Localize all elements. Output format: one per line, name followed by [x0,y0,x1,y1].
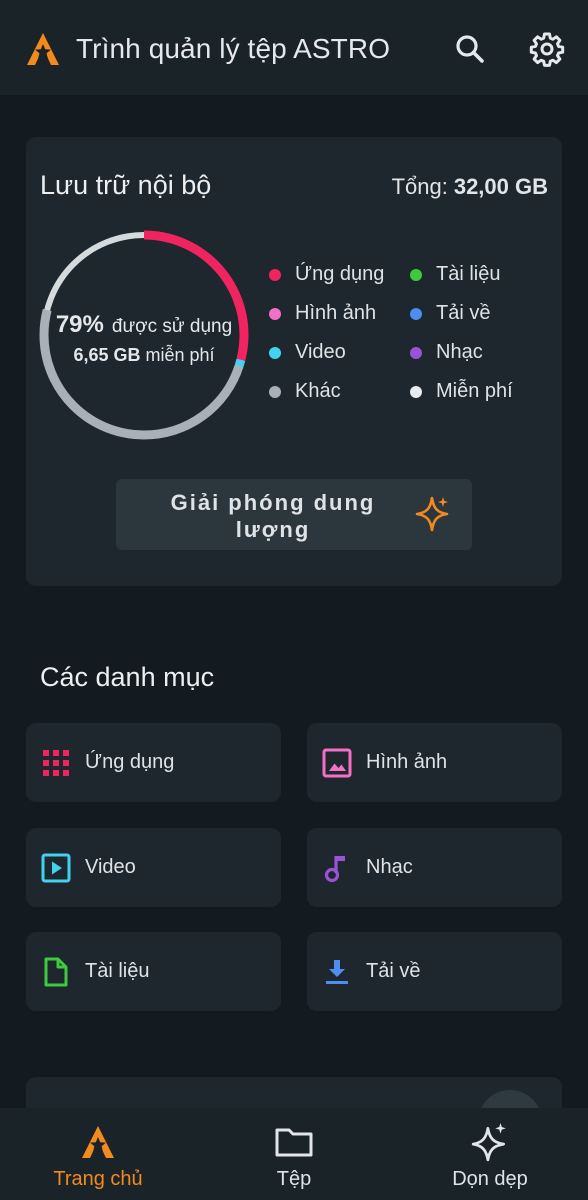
legend-item: Nhạc [410,341,483,364]
sparkle-icon [470,1122,510,1162]
nav-files[interactable]: Tệp [234,1108,354,1200]
nav-cleanup[interactable]: Dọn dẹp [430,1108,550,1200]
free-summary: 6,65 GB miễn phí [38,345,250,366]
category-label: Video [85,856,136,878]
category-downloads[interactable]: Tải về [307,932,562,1011]
total-label: Tổng: [391,174,448,199]
gear-icon [529,32,565,67]
free-text: miễn phí [145,345,215,365]
search-icon [456,35,484,63]
apps-grid-icon [41,748,71,778]
legend-label: Ứng dụng [295,263,385,285]
bottom-navigation: Trang chủ Tệp Dọn dẹp [0,1108,588,1200]
legend-dot [269,307,281,320]
category-video[interactable]: Video [26,828,281,907]
legend-label: Miễn phí [436,380,513,402]
nav-label: Dọn dẹp [452,1168,528,1190]
used-text: được sử dụng [111,316,233,337]
legend-item: Hình ảnh [269,302,376,325]
storage-total: Tổng: 32,00 GB [392,174,548,200]
download-icon [322,957,352,987]
free-up-space-button[interactable]: Giải phóng dung lượng [116,479,472,550]
legend-item: Khác [269,380,341,403]
category-label: Tài liệu [85,960,150,982]
free-up-space-label: Giải phóng dung lượng [170,490,376,542]
legend-dot [410,346,422,359]
legend-dot [410,385,422,398]
legend-item: Ứng dụng [269,263,384,286]
total-value: 32,00 GB [453,174,548,199]
legend-item: Video [269,341,346,364]
sparkle-icon [415,496,449,532]
category-images[interactable]: Hình ảnh [307,723,562,802]
category-label: Nhạc [366,856,413,878]
category-music[interactable]: Nhạc [307,828,562,907]
storage-card[interactable]: Lưu trữ nội bộ Tổng: 32,00 GB 79% được sử … [26,137,562,586]
category-label: Tải về [366,960,421,982]
astro-logo-icon [27,33,59,65]
legend-label: Hình ảnh [295,302,377,324]
home-astro-icon [78,1122,118,1162]
document-icon [41,957,71,987]
used-percent: 79% [55,311,104,338]
legend-item: Tải về [410,302,490,325]
legend-dot [269,385,281,398]
free-value: 6,65 GB [73,345,141,365]
nav-label: Tệp [276,1168,312,1190]
category-label: Hình ảnh [366,751,448,773]
music-note-icon [322,853,352,883]
categories-title: Các danh mục [40,662,215,692]
legend-label: Tải về [436,302,491,324]
legend-label: Video [295,341,346,363]
settings-button[interactable] [528,30,566,68]
image-icon [322,748,352,778]
category-documents[interactable]: Tài liệu [26,932,281,1011]
legend-item: Miễn phí [410,380,513,403]
nav-home[interactable]: Trang chủ [38,1108,158,1200]
legend-dot [269,268,281,281]
legend-dot [269,346,281,359]
app-bar: Trình quản lý tệp ASTRO [0,0,588,95]
legend-label: Nhạc [436,341,483,363]
legend-item: Tài liệu [410,263,500,286]
category-apps[interactable]: Ứng dụng [26,723,281,802]
video-icon [41,853,71,883]
used-summary: 79% được sử dụng [38,311,250,339]
donut-center: 79% được sử dụng 6,65 GB miễn phí [38,229,250,441]
storage-title: Lưu trữ nội bộ [40,170,212,200]
legend-dot [410,307,422,320]
legend-label: Tài liệu [436,263,501,285]
app-title: Trình quản lý tệp ASTRO [76,33,391,64]
nav-label: Trang chủ [53,1168,143,1190]
legend-dot [410,268,422,281]
folder-icon [274,1122,314,1162]
legend-label: Khác [295,380,341,402]
category-label: Ứng dụng [85,751,175,773]
search-button[interactable] [451,30,489,68]
